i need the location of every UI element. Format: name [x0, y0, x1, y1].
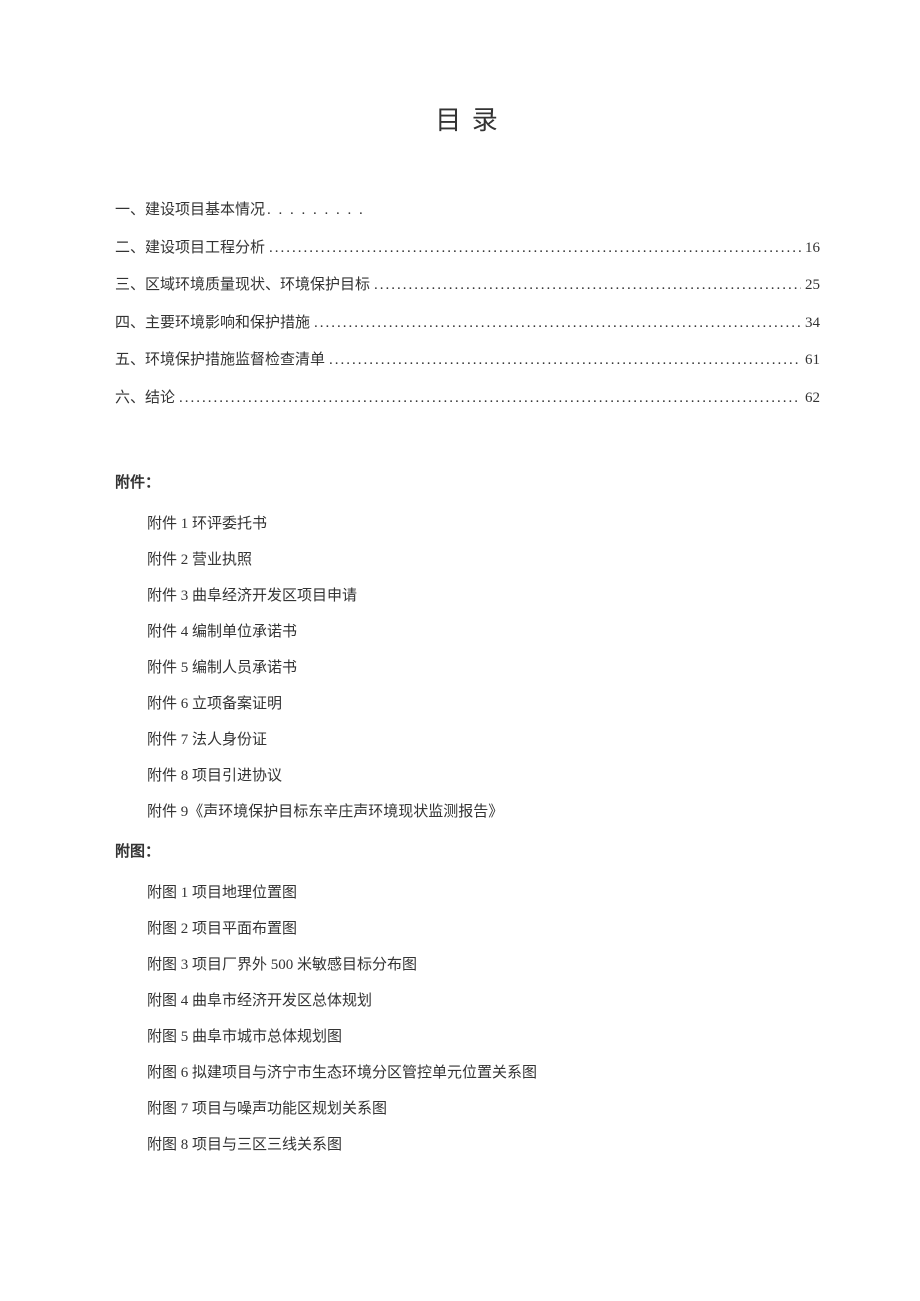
list-item: 附件 9《声环境保护目标东辛庄声环境现状监测报告》 — [147, 794, 820, 830]
list-item: 附图 8 项目与三区三线关系图 — [147, 1127, 820, 1163]
list-item: 附件 2 营业执照 — [147, 542, 820, 578]
list-item: 附图 3 项目厂界外 500 米敏感目标分布图 — [147, 947, 820, 983]
toc-page: 61 — [805, 342, 820, 380]
attachments-list: 附件 1 环评委托书 附件 2 营业执照 附件 3 曲阜经济开发区项目申请 附件… — [115, 506, 820, 830]
toc-label: 一、建设项目基本情况 — [115, 192, 265, 230]
toc-page: 34 — [805, 305, 820, 343]
toc-page: 16 — [805, 230, 820, 268]
toc-label: 三、区域环境质量现状、环境保护目标 — [115, 267, 370, 305]
list-item: 附件 4 编制单位承诺书 — [147, 614, 820, 650]
list-item: 附件 5 编制人员承诺书 — [147, 650, 820, 686]
table-of-contents: 一、建设项目基本情况 . . . . . . . . . 二、建设项目工程分析 … — [115, 192, 820, 417]
list-item: 附件 3 曲阜经济开发区项目申请 — [147, 578, 820, 614]
list-item: 附件 1 环评委托书 — [147, 506, 820, 542]
toc-dots — [314, 305, 801, 343]
list-item: 附图 4 曲阜市经济开发区总体规划 — [147, 983, 820, 1019]
list-item: 附图 7 项目与噪声功能区规划关系图 — [147, 1091, 820, 1127]
toc-dots — [374, 267, 801, 305]
toc-page: 62 — [805, 380, 820, 418]
list-item: 附图 6 拟建项目与济宁市生态环境分区管控单元位置关系图 — [147, 1055, 820, 1091]
toc-page: 25 — [805, 267, 820, 305]
toc-dots — [179, 380, 801, 418]
toc-entry: 五、环境保护措施监督检查清单 61 — [115, 342, 820, 380]
toc-entry: 三、区域环境质量现状、环境保护目标 25 — [115, 267, 820, 305]
toc-entry: 一、建设项目基本情况 . . . . . . . . . — [115, 192, 820, 230]
list-item: 附件 7 法人身份证 — [147, 722, 820, 758]
toc-label: 五、环境保护措施监督检查清单 — [115, 342, 325, 380]
toc-entry: 二、建设项目工程分析 16 — [115, 230, 820, 268]
toc-label: 四、主要环境影响和保护措施 — [115, 305, 310, 343]
page-title: 目 录 — [115, 100, 820, 137]
toc-entry: 六、结论 62 — [115, 380, 820, 418]
attachments-heading: 附件： — [115, 467, 820, 500]
toc-label: 二、建设项目工程分析 — [115, 230, 265, 268]
list-item: 附件 8 项目引进协议 — [147, 758, 820, 794]
list-item: 附图 1 项目地理位置图 — [147, 875, 820, 911]
figures-list: 附图 1 项目地理位置图 附图 2 项目平面布置图 附图 3 项目厂界外 500… — [115, 875, 820, 1163]
list-item: 附图 2 项目平面布置图 — [147, 911, 820, 947]
toc-entry: 四、主要环境影响和保护措施 34 — [115, 305, 820, 343]
toc-dots — [269, 230, 801, 268]
list-item: 附件 6 立项备案证明 — [147, 686, 820, 722]
toc-dots — [329, 342, 801, 380]
toc-dots: . . . . . . . . . — [267, 192, 365, 230]
figures-heading: 附图： — [115, 836, 820, 869]
list-item: 附图 5 曲阜市城市总体规划图 — [147, 1019, 820, 1055]
toc-label: 六、结论 — [115, 380, 175, 418]
